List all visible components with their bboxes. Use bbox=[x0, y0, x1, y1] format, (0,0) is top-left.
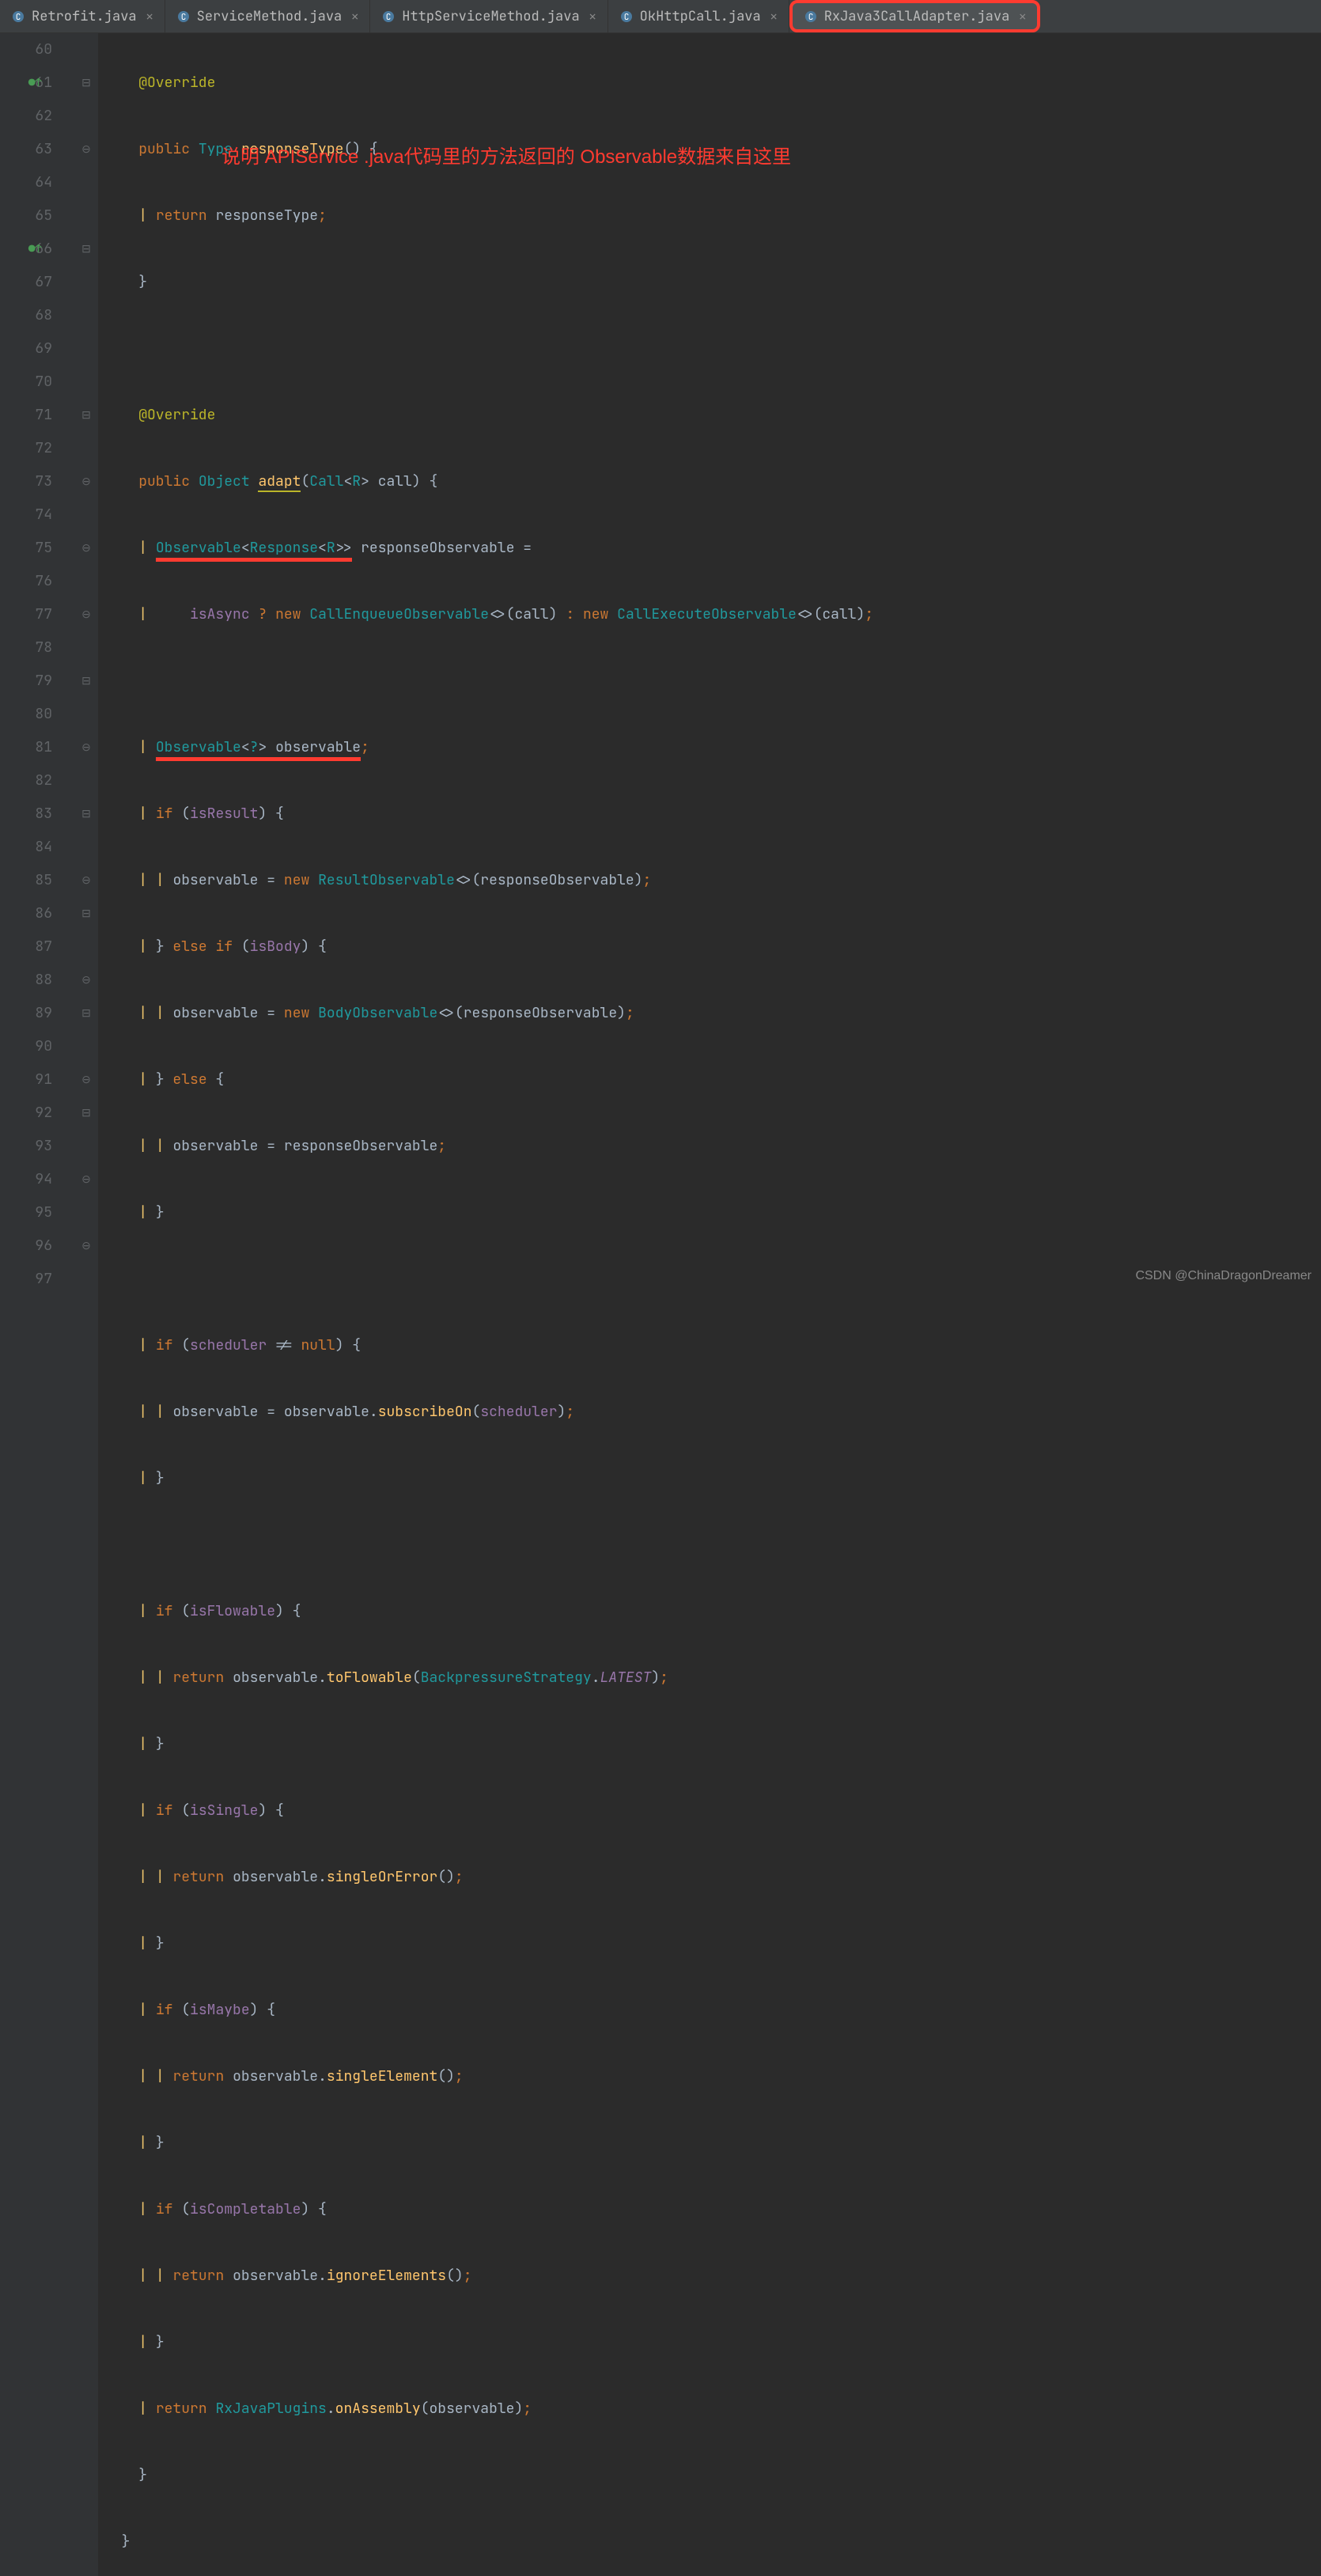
class-icon: C bbox=[11, 9, 25, 24]
tab-servicemethod[interactable]: C ServiceMethod.java ✕ bbox=[165, 0, 371, 32]
close-icon[interactable]: ✕ bbox=[1019, 9, 1026, 25]
tab-label: Retrofit.java bbox=[32, 8, 137, 25]
tab-label: RxJava3CallAdapter.java bbox=[824, 8, 1010, 25]
svg-text:C: C bbox=[808, 12, 813, 23]
annotation-text: 说明 APIService .java代码里的方法返回的 Observable数… bbox=[221, 141, 791, 169]
tab-rxjava3calladapter[interactable]: C RxJava3CallAdapter.java ✕ bbox=[789, 0, 1041, 32]
code-editor[interactable]: 60 ●↑61 62 63 64 65 ●↑66 67 68 69 70 71 … bbox=[0, 33, 1321, 2576]
tab-httpservicemethod[interactable]: C HttpServiceMethod.java ✕ bbox=[370, 0, 608, 32]
tab-retrofit[interactable]: C Retrofit.java ✕ bbox=[0, 0, 165, 32]
fold-gutter: ⊟⊖ ⊟ ⊟ ⊖⊖ ⊖⊟ ⊖⊟ ⊖⊟ ⊖⊟⊖ ⊟⊖ ⊖ bbox=[74, 33, 98, 2576]
line-gutter: 60 ●↑61 62 63 64 65 ●↑66 67 68 69 70 71 … bbox=[0, 33, 74, 2576]
tab-okhttpcall[interactable]: C OkHttpCall.java ✕ bbox=[608, 0, 789, 32]
watermark: CSDN @ChinaDragonDreamer bbox=[1135, 1269, 1312, 1283]
tab-label: ServiceMethod.java bbox=[197, 8, 343, 25]
class-icon: C bbox=[176, 9, 191, 24]
class-icon: C bbox=[804, 9, 818, 24]
tab-label: OkHttpCall.java bbox=[640, 8, 761, 25]
svg-text:C: C bbox=[386, 12, 392, 23]
svg-text:C: C bbox=[16, 12, 21, 23]
editor-tabs: C Retrofit.java ✕ C ServiceMethod.java ✕… bbox=[0, 0, 1321, 33]
tab-label: HttpServiceMethod.java bbox=[402, 8, 579, 25]
close-icon[interactable]: ✕ bbox=[770, 9, 778, 25]
code-area[interactable]: @Override public Type responseType() { |… bbox=[98, 33, 873, 2576]
class-icon: C bbox=[619, 9, 634, 24]
close-icon[interactable]: ✕ bbox=[589, 9, 596, 25]
close-icon[interactable]: ✕ bbox=[351, 9, 358, 25]
svg-text:C: C bbox=[623, 12, 629, 23]
svg-text:C: C bbox=[180, 12, 186, 23]
close-icon[interactable]: ✕ bbox=[146, 9, 153, 25]
class-icon: C bbox=[381, 9, 396, 24]
